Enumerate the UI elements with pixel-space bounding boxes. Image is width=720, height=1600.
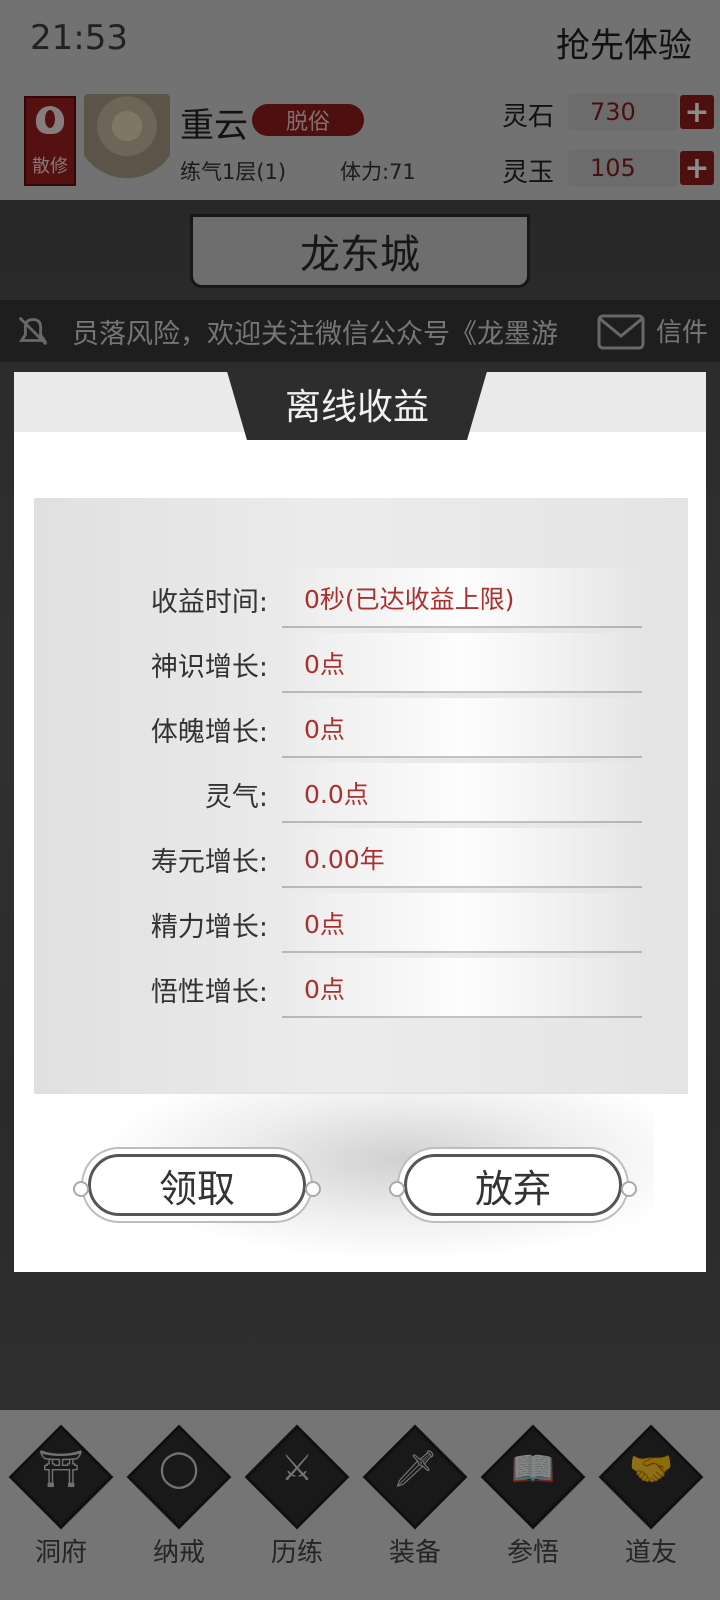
row-label: 神识增长: <box>150 652 268 683</box>
row-value: 0.0点 <box>304 780 369 809</box>
row-label: 灵气: <box>204 782 268 813</box>
row-label: 悟性增长: <box>150 977 268 1008</box>
row-label: 精力增长: <box>150 912 268 943</box>
earnings-row: 灵气: 0.0点 <box>34 763 688 827</box>
earnings-panel: 收益时间: 0秒(已达收益上限) 神识增长: 0点 体魄增长: 0点 灵气: 0… <box>34 498 688 1094</box>
row-value: 0.00年 <box>304 845 385 874</box>
row-label: 寿元增长: <box>150 847 268 878</box>
earnings-row: 精力增长: 0点 <box>34 893 688 957</box>
earnings-row: 寿元增长: 0.00年 <box>34 828 688 892</box>
offline-earnings-dialog: 离线收益 收益时间: 0秒(已达收益上限) 神识增长: 0点 体魄增长: 0点 … <box>14 368 706 1272</box>
row-label: 体魄增长: <box>150 717 268 748</box>
row-value: 0秒(已达收益上限) <box>304 585 515 614</box>
row-value: 0点 <box>304 975 345 1004</box>
earnings-row: 体魄增长: 0点 <box>34 698 688 762</box>
row-value: 0点 <box>304 715 345 744</box>
earnings-row: 收益时间: 0秒(已达收益上限) <box>34 568 688 632</box>
dialog-title: 离线收益 <box>226 368 488 440</box>
abandon-button[interactable]: 放弃 <box>389 1154 637 1216</box>
earnings-row: 神识增长: 0点 <box>34 633 688 697</box>
row-label: 收益时间: <box>150 587 268 618</box>
row-value: 0点 <box>304 910 345 939</box>
earnings-row: 悟性增长: 0点 <box>34 958 688 1022</box>
claim-button[interactable]: 领取 <box>73 1154 321 1216</box>
row-value: 0点 <box>304 650 345 679</box>
